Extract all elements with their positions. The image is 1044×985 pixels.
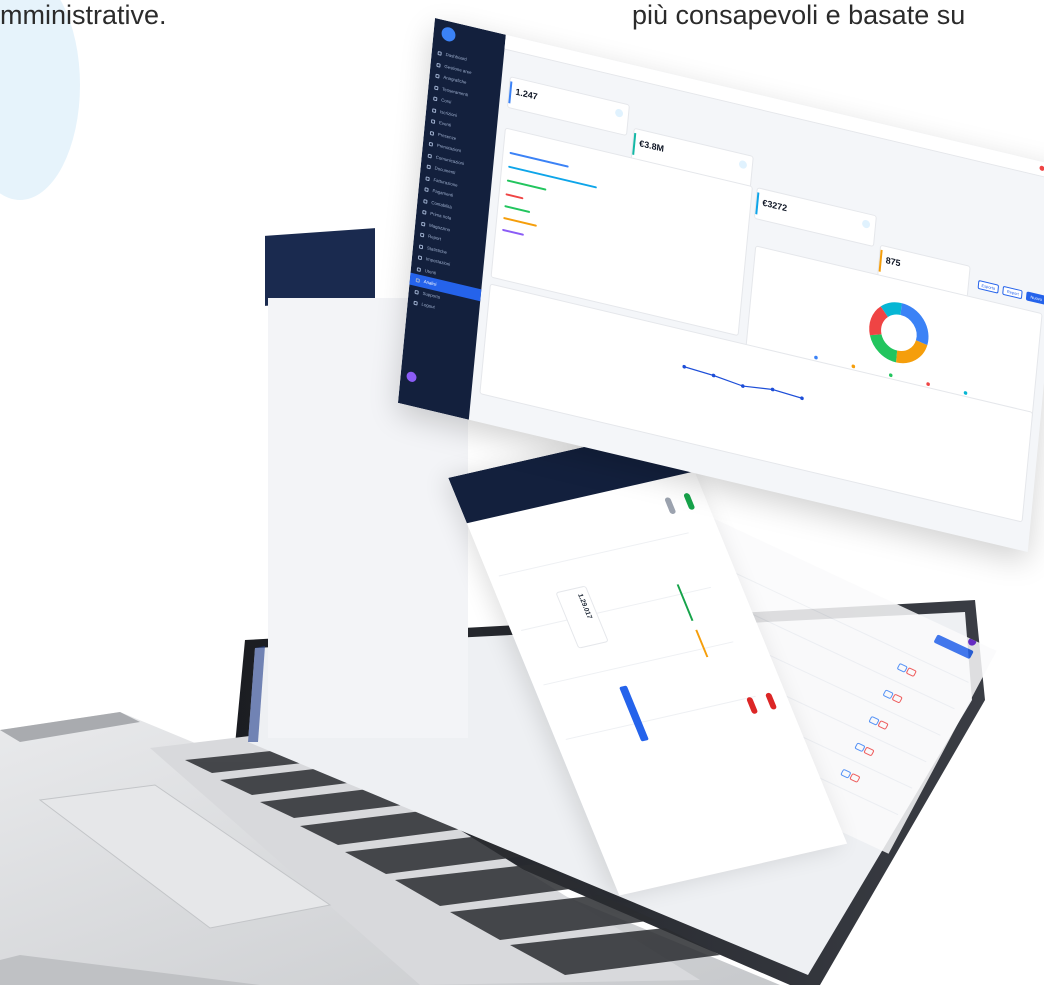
progress-bar bbox=[502, 228, 524, 236]
status-pill-gray bbox=[664, 496, 677, 515]
progress-bar bbox=[509, 151, 569, 168]
legend-marker bbox=[888, 373, 893, 378]
line-point bbox=[682, 364, 687, 369]
legend-marker bbox=[963, 391, 968, 395]
app-logo-icon bbox=[440, 25, 457, 43]
delete-action-icon[interactable] bbox=[849, 772, 861, 783]
kpi-value: 875 bbox=[885, 255, 901, 269]
report-button[interactable]: Report bbox=[1002, 285, 1024, 300]
line-point bbox=[711, 373, 716, 378]
progress-bar bbox=[504, 205, 531, 213]
primary-action-button[interactable] bbox=[619, 685, 649, 742]
status-tag-red bbox=[745, 696, 759, 715]
kpi-icon bbox=[738, 159, 748, 170]
legend-marker bbox=[926, 382, 930, 386]
kpi-value: €3.8M bbox=[638, 138, 665, 154]
primary-action-button[interactable] bbox=[933, 634, 974, 660]
kpi-value: €3272 bbox=[761, 197, 788, 214]
kpi-value: 1.247 bbox=[515, 86, 539, 102]
kpi-card: 1.29.017 bbox=[555, 585, 609, 649]
laptop-screen-strip bbox=[248, 646, 265, 742]
kpi-icon bbox=[861, 219, 871, 229]
caption-right: più consapevoli e basate su bbox=[632, 0, 966, 30]
kpi-value: 1.29.017 bbox=[575, 593, 593, 620]
line-point bbox=[740, 384, 745, 388]
status-pill-green bbox=[683, 492, 696, 511]
sidebar-nav: Dashboard Gestione aree Anagrafiche Tessera… bbox=[407, 46, 503, 324]
delete-action-icon[interactable] bbox=[905, 667, 918, 678]
line-series bbox=[684, 366, 803, 399]
progress-bar bbox=[508, 165, 597, 189]
ghost-sidebar-panel bbox=[265, 228, 375, 306]
donut-slice bbox=[900, 303, 929, 346]
status-tag-red bbox=[764, 692, 778, 710]
caption-left: mministrative. bbox=[0, 0, 167, 30]
notifications-icon[interactable] bbox=[1039, 164, 1044, 171]
donut-slice bbox=[880, 302, 902, 318]
donut-slice bbox=[869, 306, 889, 336]
kpi-icon bbox=[614, 108, 624, 118]
trackpad bbox=[38, 784, 332, 929]
delete-action-icon[interactable] bbox=[877, 720, 889, 731]
progress-bar bbox=[505, 193, 524, 199]
donut-slice bbox=[869, 333, 898, 363]
delete-action-icon[interactable] bbox=[891, 693, 903, 704]
kpi-card: 1.247 bbox=[506, 76, 630, 137]
user-avatar[interactable] bbox=[966, 636, 978, 647]
line-point bbox=[770, 387, 775, 392]
legend-marker bbox=[814, 355, 818, 360]
kpi-card: €3272 bbox=[753, 187, 877, 248]
line-point bbox=[800, 396, 804, 401]
laptop-front-edge bbox=[0, 955, 260, 985]
topbar-actions bbox=[1039, 163, 1044, 175]
export-button[interactable]: Esporta bbox=[977, 279, 1000, 294]
user-avatar[interactable] bbox=[406, 370, 417, 383]
green-indicator bbox=[676, 584, 694, 621]
delete-action-icon[interactable] bbox=[863, 746, 875, 757]
progress-bar bbox=[506, 179, 547, 191]
laptop-deck-edge bbox=[0, 712, 140, 742]
progress-bar bbox=[503, 216, 537, 227]
new-button[interactable]: Nuovo bbox=[1026, 291, 1044, 305]
orange-indicator bbox=[695, 629, 709, 658]
legend-marker bbox=[851, 364, 856, 369]
